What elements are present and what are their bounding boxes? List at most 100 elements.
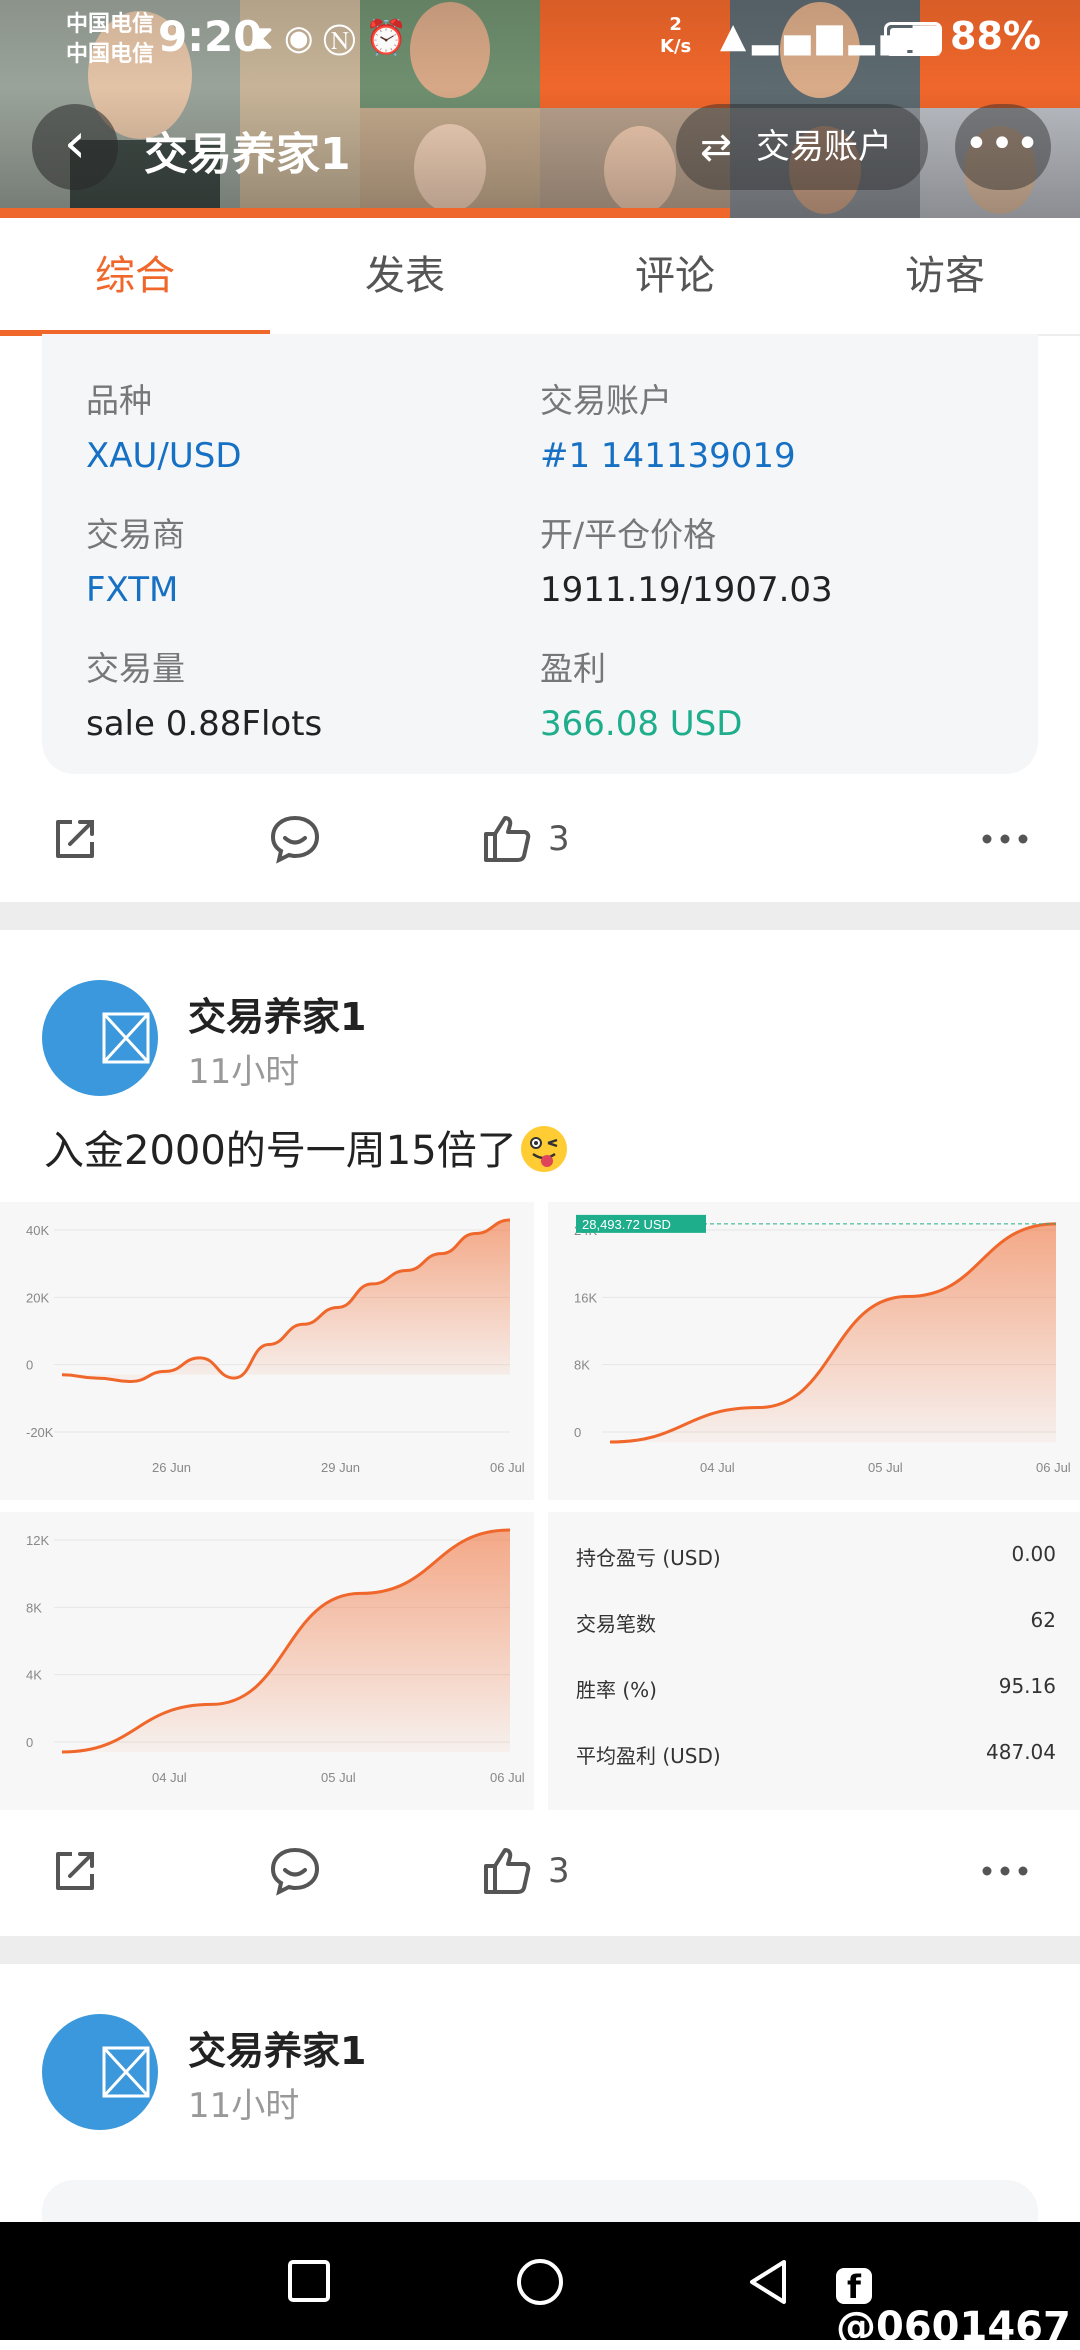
symbol-field: 品种 XAU/USD — [86, 374, 242, 476]
broken-image-icon — [102, 1012, 150, 1064]
eye-icon: ◉ — [283, 18, 324, 58]
status-icons: ⧗◉Ⓝ⏰ — [250, 18, 418, 58]
carrier-1: 中国电信 — [66, 12, 155, 37]
status-bar: 中国电信 中国电信 9:20 ⧗◉Ⓝ⏰ 2 K/s ▲▂▄▆▂▄▆ 88% — [0, 0, 1080, 80]
x-tick-label: 04 Jul — [700, 1460, 735, 1475]
battery-icon — [884, 22, 942, 56]
stats-table-image[interactable]: 持仓盈亏 (USD) 0.00 交易笔数 62 胜率 (%) 95.16 平均盈利 (… — [548, 1512, 1080, 1810]
share-icon — [56, 1852, 94, 1890]
broker-label: 交易商 — [86, 515, 185, 554]
post-time: 11小时 — [188, 2086, 300, 2126]
carrier-label: 中国电信 中国电信 — [66, 10, 154, 70]
comment-button[interactable] — [268, 1816, 322, 1926]
area-fill — [610, 1223, 1056, 1442]
growth-chart: 12K 8K 4K 0 04 Jul 05 Jul 06 Jul — [26, 1528, 525, 1785]
winking-tongue-emoji-icon — [520, 1126, 567, 1172]
recent-apps-button[interactable] — [284, 2256, 334, 2306]
page-title: 交易养家1 — [144, 129, 351, 180]
account-field: 交易账户 #1 141139019 — [540, 374, 796, 476]
like-count: 3 — [548, 819, 570, 859]
max-label: 28,493.72 USD — [582, 1217, 671, 1232]
y-tick-label: 4K — [26, 1668, 42, 1683]
avatar[interactable] — [42, 980, 158, 1096]
battery-percent: 88% — [950, 14, 1041, 58]
home-button[interactable] — [514, 2256, 566, 2308]
area-fill — [62, 1220, 510, 1382]
balance-chart: 24K16K8K004 Jul05 Jul06 Jul28,493.72 USD — [574, 1214, 1071, 1475]
comment-icon — [270, 815, 320, 864]
like-button[interactable]: 3 — [480, 1816, 570, 1926]
share-icon — [56, 820, 94, 858]
y-tick-label: 0 — [26, 1735, 33, 1750]
y-tick-label: 40K — [26, 1223, 49, 1238]
share-button[interactable] — [48, 1816, 102, 1926]
profit-label: 盈利 — [540, 649, 606, 688]
tab-comments[interactable]: 评论 — [540, 218, 810, 334]
balance-chart-image[interactable]: 24K16K8K004 Jul05 Jul06 Jul28,493.72 USD — [548, 1202, 1080, 1500]
post-author[interactable]: 交易养家1 — [188, 2020, 366, 2075]
equity-chart: 40K 20K 0 -20K 26 Jun 29 Jun 06 Jul — [26, 1218, 525, 1475]
more-button[interactable]: ••• — [955, 104, 1051, 190]
like-count: 3 — [548, 1851, 570, 1891]
post-more-button[interactable] — [978, 1816, 1032, 1926]
profit-field: 盈利 366.08 USD — [540, 642, 742, 744]
y-tick-label: 0 — [574, 1425, 581, 1440]
equity-chart-image[interactable]: 40K 20K 0 -20K 26 Jun 29 Jun 06 Jul — [0, 1202, 534, 1500]
hourglass-icon: ⧗ — [250, 18, 284, 58]
x-tick-label: 29 Jun — [321, 1460, 360, 1475]
post-text: 入金2000的号一周15倍了 — [44, 1118, 567, 1176]
tab-visitors[interactable]: 访客 — [810, 218, 1080, 334]
signal-icon: ▂▄▆ — [752, 16, 849, 56]
profile-header: 中国电信 中国电信 9:20 ⧗◉Ⓝ⏰ 2 K/s ▲▂▄▆▂▄▆ 88% ‹ … — [0, 0, 1080, 218]
y-tick-label: 8K — [26, 1600, 42, 1615]
post-more-button[interactable] — [978, 784, 1032, 894]
wifi-icon: ▲ — [720, 16, 753, 56]
share-button[interactable] — [48, 784, 102, 894]
x-tick-label: 06 Jul — [490, 1770, 525, 1785]
area-fill — [62, 1530, 510, 1752]
x-tick-label: 04 Jul — [152, 1770, 187, 1785]
account-label: 交易账户 — [540, 381, 672, 420]
broker-field: 交易商 FXTM — [86, 508, 185, 610]
post-separator — [0, 902, 1080, 930]
post-actions: 3 — [0, 1816, 1080, 1926]
post-separator — [0, 1936, 1080, 1964]
tab-overview[interactable]: 综合 — [0, 218, 270, 336]
back-nav-button[interactable] — [744, 2256, 792, 2308]
comment-icon — [270, 1847, 320, 1896]
switch-account-button[interactable]: ⇄ 交易账户 — [676, 104, 928, 190]
y-tick-label: -20K — [26, 1425, 54, 1440]
post-author[interactable]: 交易养家1 — [188, 986, 366, 1041]
clock: 9:20 — [158, 12, 263, 61]
more-dots-icon — [982, 834, 1028, 844]
post-image-grid: 40K20K0-20K26 Jun29 Jun06 Jul 24K16K8K00… — [0, 1202, 1080, 1810]
price-label: 开/平仓价格 — [540, 515, 717, 554]
trade-detail-card[interactable]: 品种 XAU/USD 交易账户 #1 141139019 交易商 FXTM 开/… — [42, 334, 1038, 774]
post-actions: 3 — [0, 784, 1080, 894]
back-button[interactable]: ‹ — [32, 104, 118, 190]
y-tick-label: 0 — [26, 1358, 33, 1373]
chevron-left-icon: ‹ — [63, 111, 87, 176]
price-field: 开/平仓价格 1911.19/1907.03 — [540, 508, 833, 610]
profit-value: 366.08 USD — [540, 704, 743, 744]
like-button[interactable]: 3 — [480, 784, 570, 894]
symbol-value[interactable]: XAU/USD — [86, 436, 242, 476]
avatar[interactable] — [42, 2014, 158, 2130]
system-nav-bar: f@0601467 — [0, 2222, 1080, 2350]
more-dots-icon — [982, 1866, 1028, 1876]
account-value[interactable]: #1 141139019 — [540, 436, 796, 476]
broker-value[interactable]: FXTM — [86, 570, 185, 610]
thumbs-up-icon — [484, 1848, 531, 1894]
tab-posts[interactable]: 发表 — [270, 218, 540, 334]
x-tick-label: 06 Jul — [490, 1460, 525, 1475]
comment-button[interactable] — [268, 784, 322, 894]
volume-label: 交易量 — [86, 649, 185, 688]
nfc-icon: Ⓝ — [323, 18, 366, 58]
x-tick-label: 05 Jul — [868, 1460, 903, 1475]
x-tick-label: 26 Jun — [152, 1460, 191, 1475]
swap-icon: ⇄ — [700, 125, 732, 169]
y-tick-label: 8K — [574, 1358, 590, 1373]
thumbs-up-icon — [484, 816, 531, 862]
net-speed: 2 K/s — [660, 14, 692, 57]
growth-chart-image[interactable]: 12K 8K 4K 0 04 Jul 05 Jul 06 Jul — [0, 1512, 534, 1810]
